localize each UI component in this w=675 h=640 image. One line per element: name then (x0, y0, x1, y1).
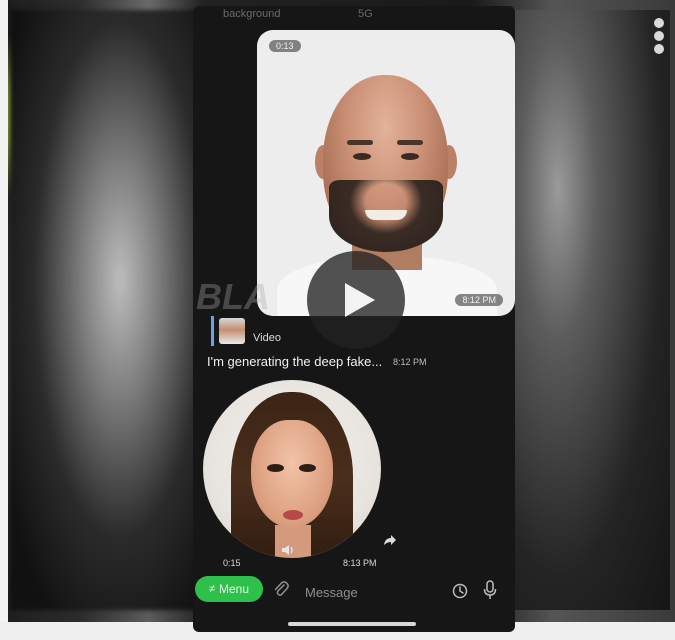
speaker-icon[interactable] (281, 543, 295, 557)
clock-icon[interactable] (451, 582, 469, 600)
header-label: background (223, 8, 281, 20)
blurred-background-right (510, 10, 670, 610)
dot (654, 18, 664, 28)
dot (654, 44, 664, 54)
dot (654, 31, 664, 41)
message-text: I'm generating the deep fake... (207, 354, 383, 369)
blurred-background-left (10, 10, 210, 610)
round-video-person-eye (267, 464, 284, 472)
round-video-person-lips (283, 510, 303, 520)
top-header: background 5G (193, 6, 515, 26)
menu-button[interactable]: ≠ Menu (195, 576, 263, 602)
reply-preview[interactable]: Video (211, 316, 411, 346)
slash-command-icon: ≠ (208, 583, 215, 595)
video-person-eye (353, 153, 371, 160)
microphone-icon[interactable] (482, 580, 498, 600)
paperclip-icon[interactable] (272, 580, 290, 598)
video-duration-badge: 0:13 (269, 40, 301, 52)
reply-thumbnail (219, 318, 245, 344)
more-options-icon[interactable] (652, 18, 666, 58)
home-indicator[interactable] (288, 622, 416, 626)
round-video-person-eye (299, 464, 316, 472)
video-person-mouth (365, 210, 407, 220)
video-person-eye (401, 153, 419, 160)
message-input[interactable] (303, 582, 427, 602)
watermark-text: BLA (196, 276, 270, 317)
play-icon (345, 283, 375, 317)
chat-screen: background 5G 0:13 8:12 PM BLA Video I'm… (193, 6, 515, 632)
menu-label: Menu (219, 582, 250, 596)
round-video-duration: 0:15 (223, 558, 241, 568)
round-video-timestamp: 8:13 PM (343, 558, 377, 568)
video-person-brow (347, 140, 373, 145)
reply-accent-bar (211, 316, 214, 346)
video-timestamp: 8:12 PM (455, 294, 503, 306)
signal-indicator: 5G (358, 8, 373, 20)
photo-border-left (0, 0, 8, 640)
message-timestamp: 8:12 PM (393, 357, 427, 367)
round-video-message[interactable] (203, 380, 381, 558)
video-person-brow (397, 140, 423, 145)
reply-label: Video (253, 332, 281, 344)
share-icon[interactable] (383, 534, 397, 546)
